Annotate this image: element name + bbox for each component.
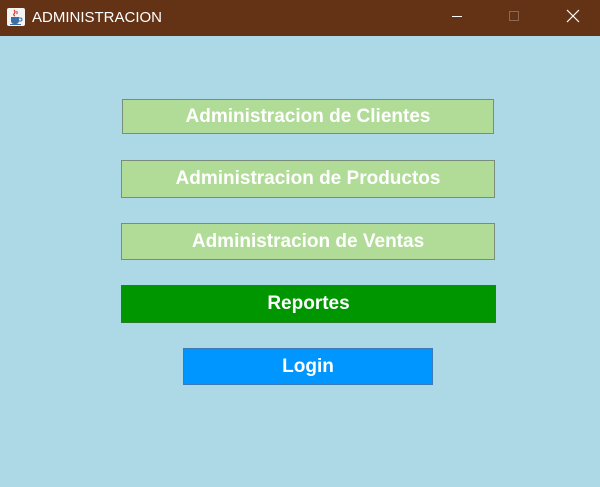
java-cup-icon: [7, 8, 25, 26]
window-title: ADMINISTRACION: [32, 9, 163, 26]
admin-window: ADMINISTRACION Administracion de Cliente…: [0, 0, 600, 487]
reportes-button[interactable]: Reportes: [121, 285, 496, 323]
ventas-button[interactable]: Administracion de Ventas: [121, 223, 495, 260]
minimize-button[interactable]: [434, 0, 480, 36]
maximize-button[interactable]: [491, 0, 537, 36]
productos-button[interactable]: Administracion de Productos: [121, 160, 495, 198]
menu-panel: Administracion de Clientes Administracio…: [0, 36, 600, 487]
close-button[interactable]: [550, 0, 596, 36]
title-bar[interactable]: ADMINISTRACION: [0, 0, 600, 36]
maximize-icon: [508, 9, 520, 27]
minimize-icon: [451, 9, 463, 27]
clientes-button[interactable]: Administracion de Clientes: [122, 99, 494, 134]
login-button[interactable]: Login: [183, 348, 433, 385]
close-icon: [566, 9, 580, 28]
